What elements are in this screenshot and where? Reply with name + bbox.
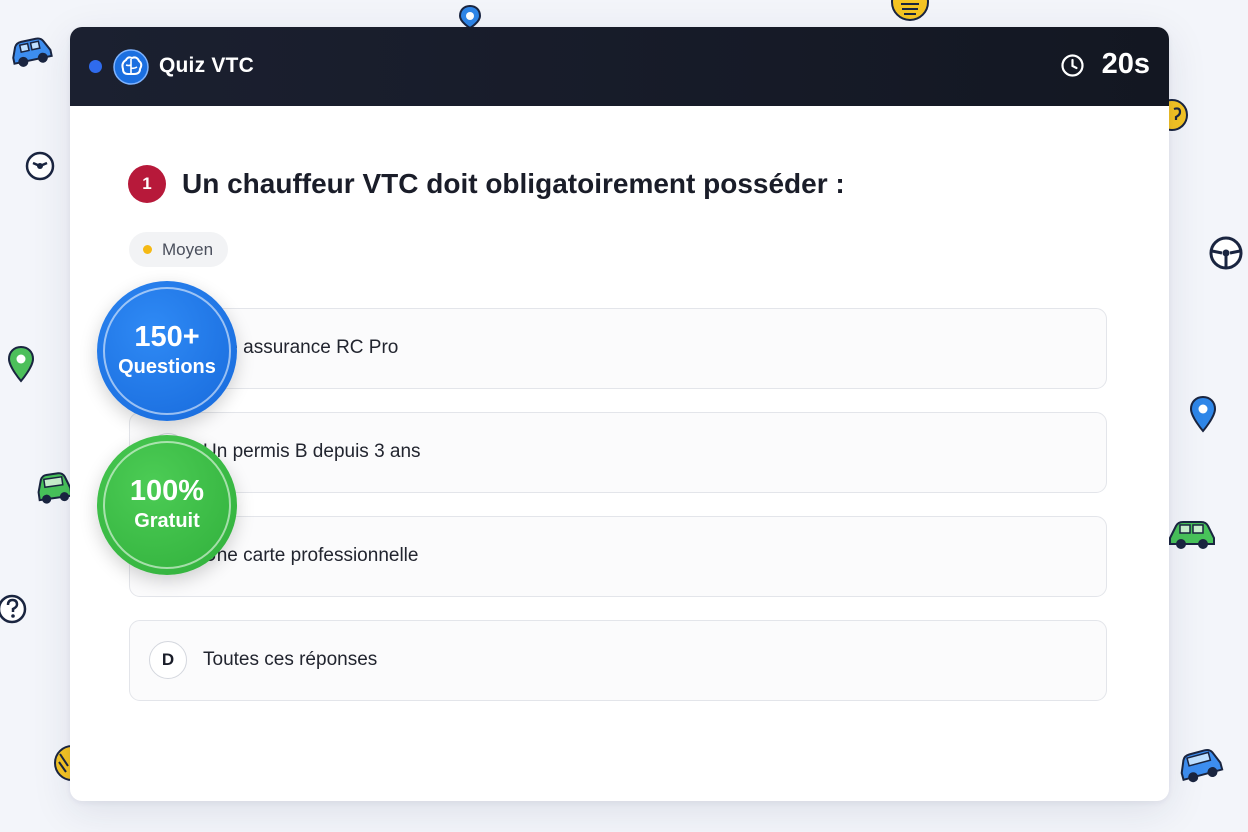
car-icon xyxy=(12,37,53,67)
status-dot xyxy=(89,60,102,73)
steering-wheel-icon xyxy=(1209,236,1243,270)
questions-count-badge: 150+ Questions xyxy=(97,281,237,421)
badge-label: Gratuit xyxy=(134,510,200,532)
option-letter: D xyxy=(149,641,187,679)
difficulty-dot xyxy=(143,245,152,254)
answer-option-c[interactable]: C Une carte professionnelle xyxy=(129,516,1107,597)
question-text: Un chauffeur VTC doit obligatoirement po… xyxy=(182,168,845,199)
map-pin-icon xyxy=(458,4,482,28)
badge-value: 100% xyxy=(129,475,205,507)
car-icon xyxy=(37,472,73,504)
answer-option-b[interactable]: B Un permis B depuis 3 ans xyxy=(129,412,1107,493)
car-icon xyxy=(1180,748,1224,783)
free-badge: 100% Gratuit xyxy=(97,435,237,575)
clock-icon xyxy=(1061,54,1084,77)
app-title: Quiz VTC xyxy=(159,54,254,77)
answer-option-d[interactable]: D Toutes ces réponses xyxy=(129,620,1107,701)
badge-value: 150+ xyxy=(134,321,200,353)
option-text: Toutes ces réponses xyxy=(203,649,378,670)
option-text: Une carte professionnelle xyxy=(203,545,419,566)
question-number: 1 xyxy=(128,165,166,203)
car-icon xyxy=(1169,521,1215,549)
speedometer-icon xyxy=(891,0,929,21)
question-icon xyxy=(0,594,27,624)
answer-option-a[interactable]: A Une assurance RC Pro xyxy=(129,308,1107,389)
quiz-card: Quiz VTC 20s 1 Un chauffeur VTC doit obl… xyxy=(70,27,1169,801)
question-icon xyxy=(1168,99,1188,131)
difficulty-label: Moyen xyxy=(162,239,214,259)
map-pin-icon xyxy=(1189,395,1217,433)
option-text: Un permis B depuis 3 ans xyxy=(203,441,421,462)
difficulty-badge: Moyen xyxy=(129,232,229,267)
map-pin-icon xyxy=(7,345,35,383)
timer: 20s xyxy=(1101,48,1150,80)
brain-icon xyxy=(113,49,149,85)
steering-wheel-icon xyxy=(25,151,55,181)
badge-label: Questions xyxy=(118,356,216,378)
quiz-header: Quiz VTC 20s xyxy=(70,27,1169,106)
